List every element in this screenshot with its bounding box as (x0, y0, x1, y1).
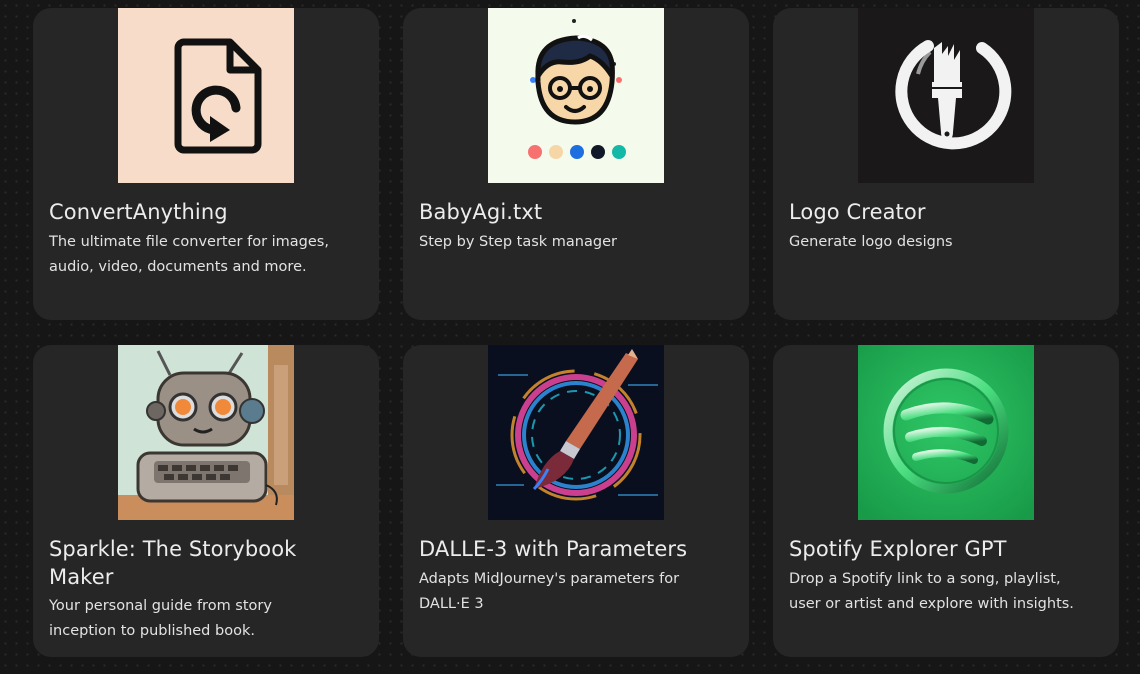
gpt-title: ConvertAnything (49, 200, 228, 224)
robot-typewriter-icon (118, 345, 294, 520)
gpt-description: Adapts MidJourney's parameters for DALL·… (419, 571, 680, 612)
gpt-description: Step by Step task manager (419, 234, 617, 250)
gpt-title: Sparkle: The Storybook Maker (49, 537, 297, 589)
neon-paintbrush-icon (488, 345, 664, 520)
gpt-card-convertanything[interactable]: ConvertAnything The ultimate file conver… (33, 8, 379, 320)
spotify-logo-icon (858, 345, 1034, 520)
gpt-description: Generate logo designs (789, 234, 953, 250)
gpt-title: BabyAgi.txt (419, 200, 543, 224)
gpt-title: DALLE-3 with Parameters (419, 537, 688, 561)
gpt-description: The ultimate file converter for images, … (49, 234, 329, 275)
gpt-title: Spotify Explorer GPT (789, 537, 1007, 561)
gpt-description: Drop a Spotify link to a song, playlist,… (789, 571, 1074, 612)
paintbrush-circle-icon (858, 8, 1034, 183)
gpt-title: Logo Creator (789, 200, 926, 224)
gpt-card-babyagi[interactable]: BabyAgi.txt Step by Step task manager (403, 8, 749, 320)
gpt-description: Your personal guide from story inception… (49, 598, 272, 639)
gpt-card-sparkle[interactable]: Sparkle: The Storybook Maker Your person… (33, 345, 379, 657)
gpt-card-dalle3-parameters[interactable]: DALLE-3 with Parameters Adapts MidJourne… (403, 345, 749, 657)
gpt-card-logo-creator[interactable]: Logo Creator Generate logo designs (773, 8, 1119, 320)
gpt-card-spotify-explorer[interactable]: Spotify Explorer GPT Drop a Spotify link… (773, 345, 1119, 657)
file-convert-icon (118, 8, 294, 183)
cartoon-boy-icon (488, 8, 664, 183)
